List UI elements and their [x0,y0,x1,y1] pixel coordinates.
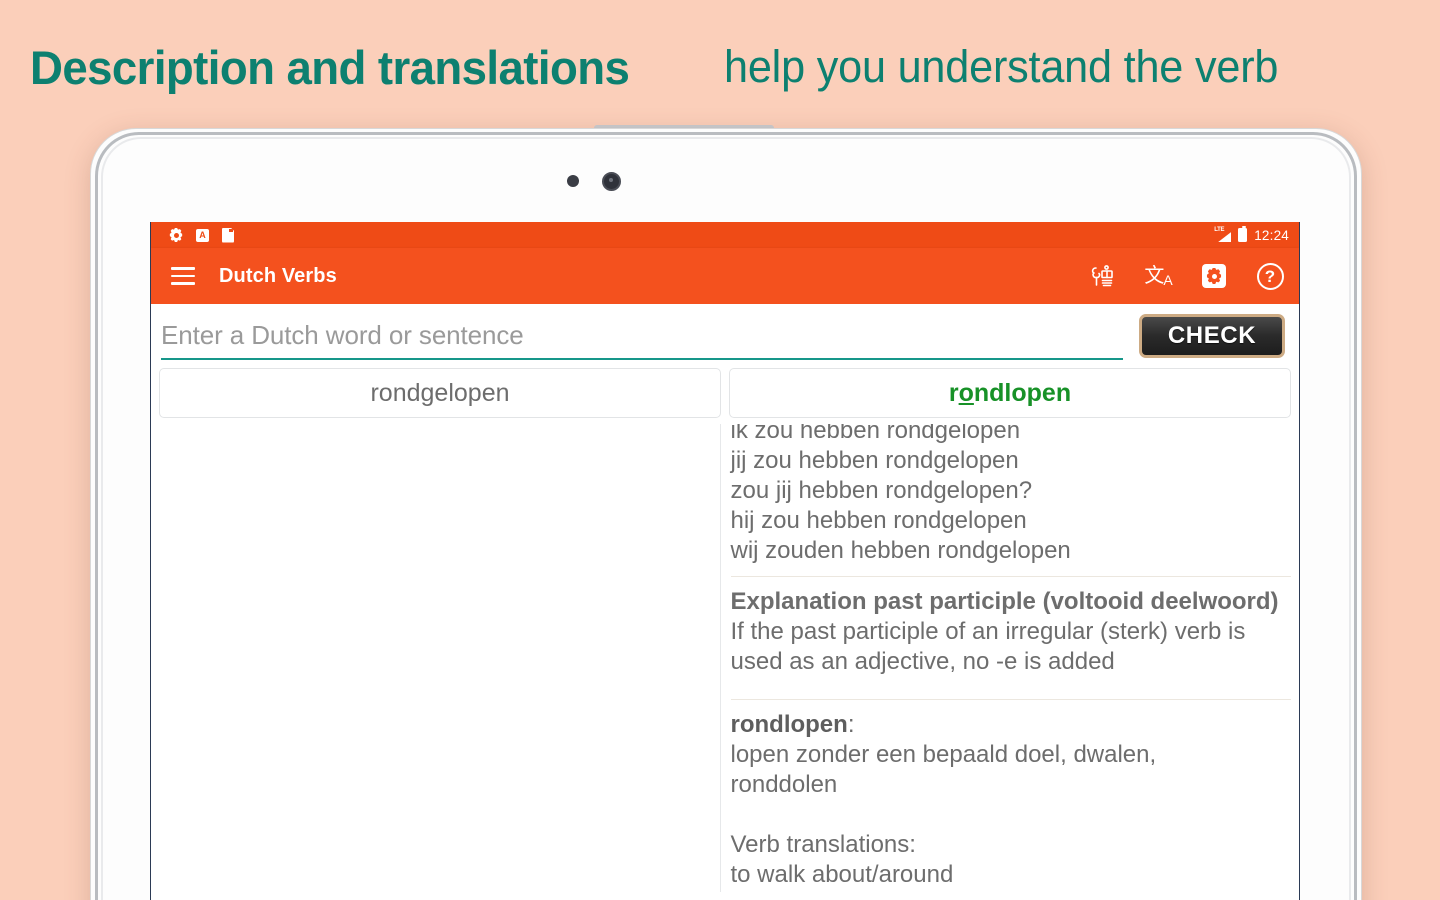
conjugation-list: zou hebben rondgelopen ik zou hebben ron… [731,424,1292,566]
explanation-section: Explanation past participle (voltooid de… [731,577,1292,689]
app-bar: Dutch Verbs 文A ? [151,248,1299,304]
lte-signal-icon: LTE [1214,227,1232,242]
translate-latin-glyph: A [1163,272,1172,288]
translate-cjk-glyph: 文 [1144,265,1164,287]
app-bar-actions: 文A ? [1087,261,1285,291]
signal-bars [1218,232,1232,242]
conjugation-line: jij zou hebben rondgelopen [730,447,1019,474]
explanation-line: If the past participle of an irregular (… [730,618,1246,645]
conjugation-line: zou jij hebben rondgelopen? [730,477,1033,504]
help-question-glyph: ? [1256,262,1284,290]
chip-stem-prefix: r [948,378,959,407]
definition-term-row: rondlopen: [731,710,1292,740]
definition-term: rondlopen [730,711,848,738]
conjugation-line: ik zou hebben rondgelopen [730,424,1021,444]
status-clock: 12:24 [1254,227,1289,243]
settings-icon[interactable] [1199,261,1229,291]
device-screen: A LTE 12:24 Dutch Verbs 文A ? Enter a Dut… [150,222,1300,900]
left-results-panel [159,424,721,892]
status-bar-left-icons: A [169,227,234,243]
chip-stem-underlined: o [958,378,974,407]
explanation-title: Explanation past participle (voltooid de… [730,588,1279,615]
hamburger-bar [171,267,195,270]
chip-stem-rest: ndlopen [973,378,1072,407]
sd-card-icon [222,227,234,243]
translation-line: to walk about/around [730,861,954,888]
search-placeholder: Enter a Dutch word or sentence [161,319,524,350]
explanation-line: used as an adjective, no -e is added [730,648,1115,675]
chip-infinitive[interactable]: r o ndlopen [729,368,1291,418]
hamburger-bar [171,282,195,285]
definition-line: lopen zonder een bepaald doel, dwalen, [730,741,1157,768]
hamburger-bar [171,274,195,278]
definition-spacer [731,800,1292,830]
app-title: Dutch Verbs [219,264,337,287]
settings-gear-glyph [1202,264,1226,288]
chip-input-form[interactable]: rondgelopen [159,368,721,418]
status-bar-right-icons: LTE 12:24 [1214,226,1289,243]
lte-label: LTE [1214,227,1225,233]
headline-secondary: help you understand the verb [723,41,1279,92]
conjugation-line: wij zouden hebben rondgelopen [730,537,1071,564]
a-box-icon: A [196,228,209,242]
verb-tree-icon[interactable] [1087,261,1117,291]
conjugation-line: hij zou hebben rondgelopen [730,507,1027,534]
battery-icon [1238,226,1248,242]
headline-primary: Description and translations [30,40,630,94]
proximity-sensor [567,175,579,187]
promo-page: Description and translations help you un… [0,0,1440,900]
definition-section: rondlopen: lopen zonder een bepaald doel… [731,700,1292,892]
promo-headline: Description and translations help you un… [0,32,1440,102]
front-camera [602,172,621,191]
hamburger-icon[interactable] [171,267,195,285]
translate-icon[interactable]: 文A [1143,261,1173,291]
help-icon[interactable]: ? [1255,261,1285,291]
right-results-panel[interactable]: zou hebben rondgelopen ik zou hebben ron… [720,424,1292,892]
search-input[interactable]: Enter a Dutch word or sentence [161,312,1123,360]
check-button[interactable]: CHECK [1139,314,1285,358]
gear-icon [169,228,183,242]
search-row: Enter a Dutch word or sentence CHECK [151,304,1299,368]
android-status-bar: A LTE 12:24 [151,222,1299,248]
definition-colon: : [847,711,855,738]
translations-label: Verb translations: [730,831,916,858]
definition-line: ronddolen [730,771,838,798]
result-chips-row: rondgelopen r o ndlopen [151,368,1299,418]
results-body: zou hebben rondgelopen ik zou hebben ron… [151,424,1299,892]
